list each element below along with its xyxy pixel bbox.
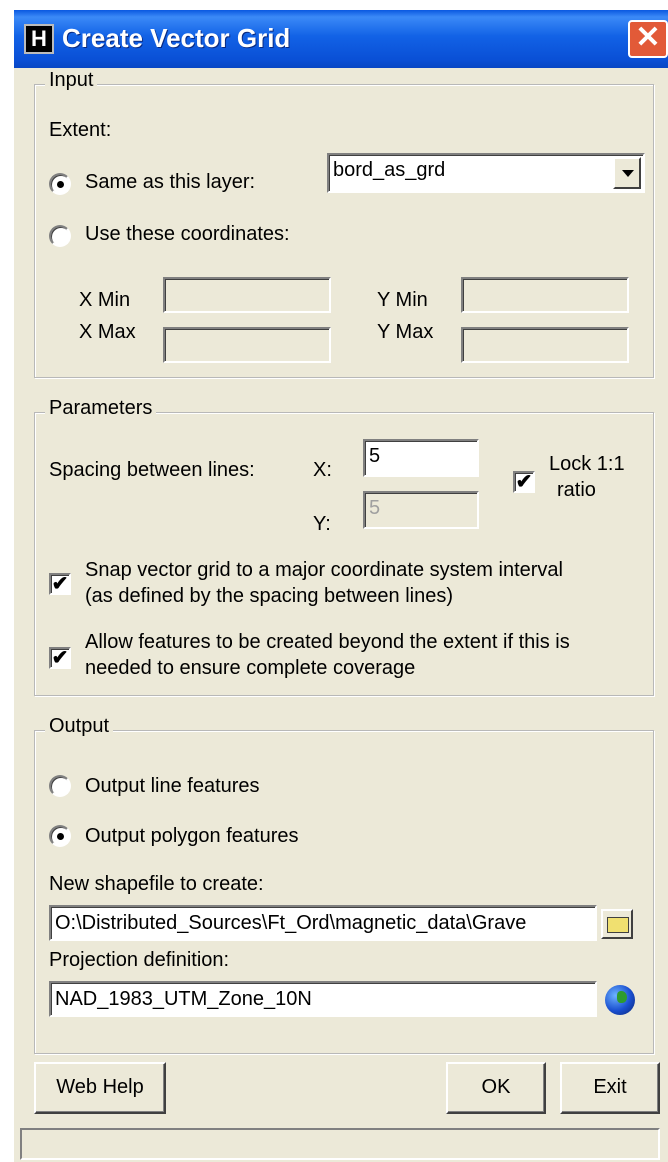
ok-button[interactable]: OK: [446, 1062, 546, 1114]
close-button[interactable]: ✕: [628, 20, 668, 58]
folder-icon[interactable]: [601, 909, 633, 939]
xmax-field[interactable]: [163, 327, 331, 363]
shapefile-label: New shapefile to create:: [49, 873, 264, 895]
projection-input[interactable]: NAD_1983_UTM_Zone_10N: [49, 981, 597, 1017]
extent-label: Extent:: [49, 119, 112, 141]
spacing-y-label: Y:: [313, 513, 331, 535]
spacing-y-input[interactable]: 5: [363, 491, 479, 529]
ymin-label: Y Min: [377, 289, 428, 311]
spacing-label: Spacing between lines:: [49, 459, 255, 481]
title-bar[interactable]: H Create Vector Grid ✕: [14, 10, 668, 68]
snap-label-line2[interactable]: (as defined by the spacing between lines…: [85, 585, 453, 608]
layer-dropdown-value: bord_as_grd: [333, 159, 446, 181]
allow-beyond-label-line1[interactable]: Allow features to be created beyond the …: [85, 631, 570, 654]
snap-checkbox[interactable]: ✔: [49, 573, 71, 595]
parameters-legend: Parameters: [45, 397, 157, 420]
same-layer-label[interactable]: Same as this layer:: [85, 171, 255, 194]
status-bar: [20, 1128, 660, 1160]
output-line-radio[interactable]: [49, 775, 71, 797]
snap-label-line1[interactable]: Snap vector grid to a major coordinate s…: [85, 559, 563, 582]
ymin-field[interactable]: [461, 277, 629, 313]
use-coords-label[interactable]: Use these coordinates:: [85, 223, 290, 246]
xmin-field[interactable]: [163, 277, 331, 313]
allow-beyond-checkbox[interactable]: ✔: [49, 647, 71, 669]
input-legend: Input: [45, 69, 98, 92]
parameters-group: Parameters Spacing between lines: X: 5 ✔…: [34, 397, 654, 696]
shapefile-input[interactable]: O:\Distributed_Sources\Ft_Ord\magnetic_d…: [49, 905, 597, 941]
lock-ratio-label-2[interactable]: ratio: [557, 479, 596, 502]
ymax-field[interactable]: [461, 327, 629, 363]
use-coords-radio[interactable]: [49, 225, 71, 247]
spacing-x-label: X:: [313, 459, 332, 481]
projection-label: Projection definition:: [49, 949, 230, 971]
same-layer-radio[interactable]: [49, 173, 71, 195]
lock-ratio-checkbox[interactable]: ✔: [513, 471, 535, 493]
output-polygon-radio[interactable]: [49, 825, 71, 847]
exit-button[interactable]: Exit: [560, 1062, 660, 1114]
chevron-down-icon[interactable]: [613, 157, 641, 189]
xmin-label: X Min: [79, 289, 131, 311]
ymax-label: Y Max: [377, 321, 434, 343]
dialog-window: H Create Vector Grid ✕ Input Extent: Sam…: [14, 10, 668, 1162]
web-help-button[interactable]: Web Help: [34, 1062, 166, 1114]
window-title: Create Vector Grid: [62, 23, 291, 53]
globe-icon[interactable]: [605, 985, 635, 1015]
output-legend: Output: [45, 715, 114, 738]
allow-beyond-label-line2[interactable]: needed to ensure complete coverage: [85, 657, 415, 680]
lock-ratio-label-1[interactable]: Lock 1:1: [549, 453, 625, 476]
xmax-label: X Max: [79, 321, 136, 343]
output-polygon-label[interactable]: Output polygon features: [85, 825, 298, 848]
layer-dropdown[interactable]: bord_as_grd: [327, 153, 645, 193]
output-group: Output Output line features Output polyg…: [34, 715, 654, 1054]
output-line-label[interactable]: Output line features: [85, 775, 260, 798]
app-icon: H: [24, 24, 54, 54]
input-group: Input Extent: Same as this layer: bord_a…: [34, 69, 654, 378]
spacing-x-input[interactable]: 5: [363, 439, 479, 477]
